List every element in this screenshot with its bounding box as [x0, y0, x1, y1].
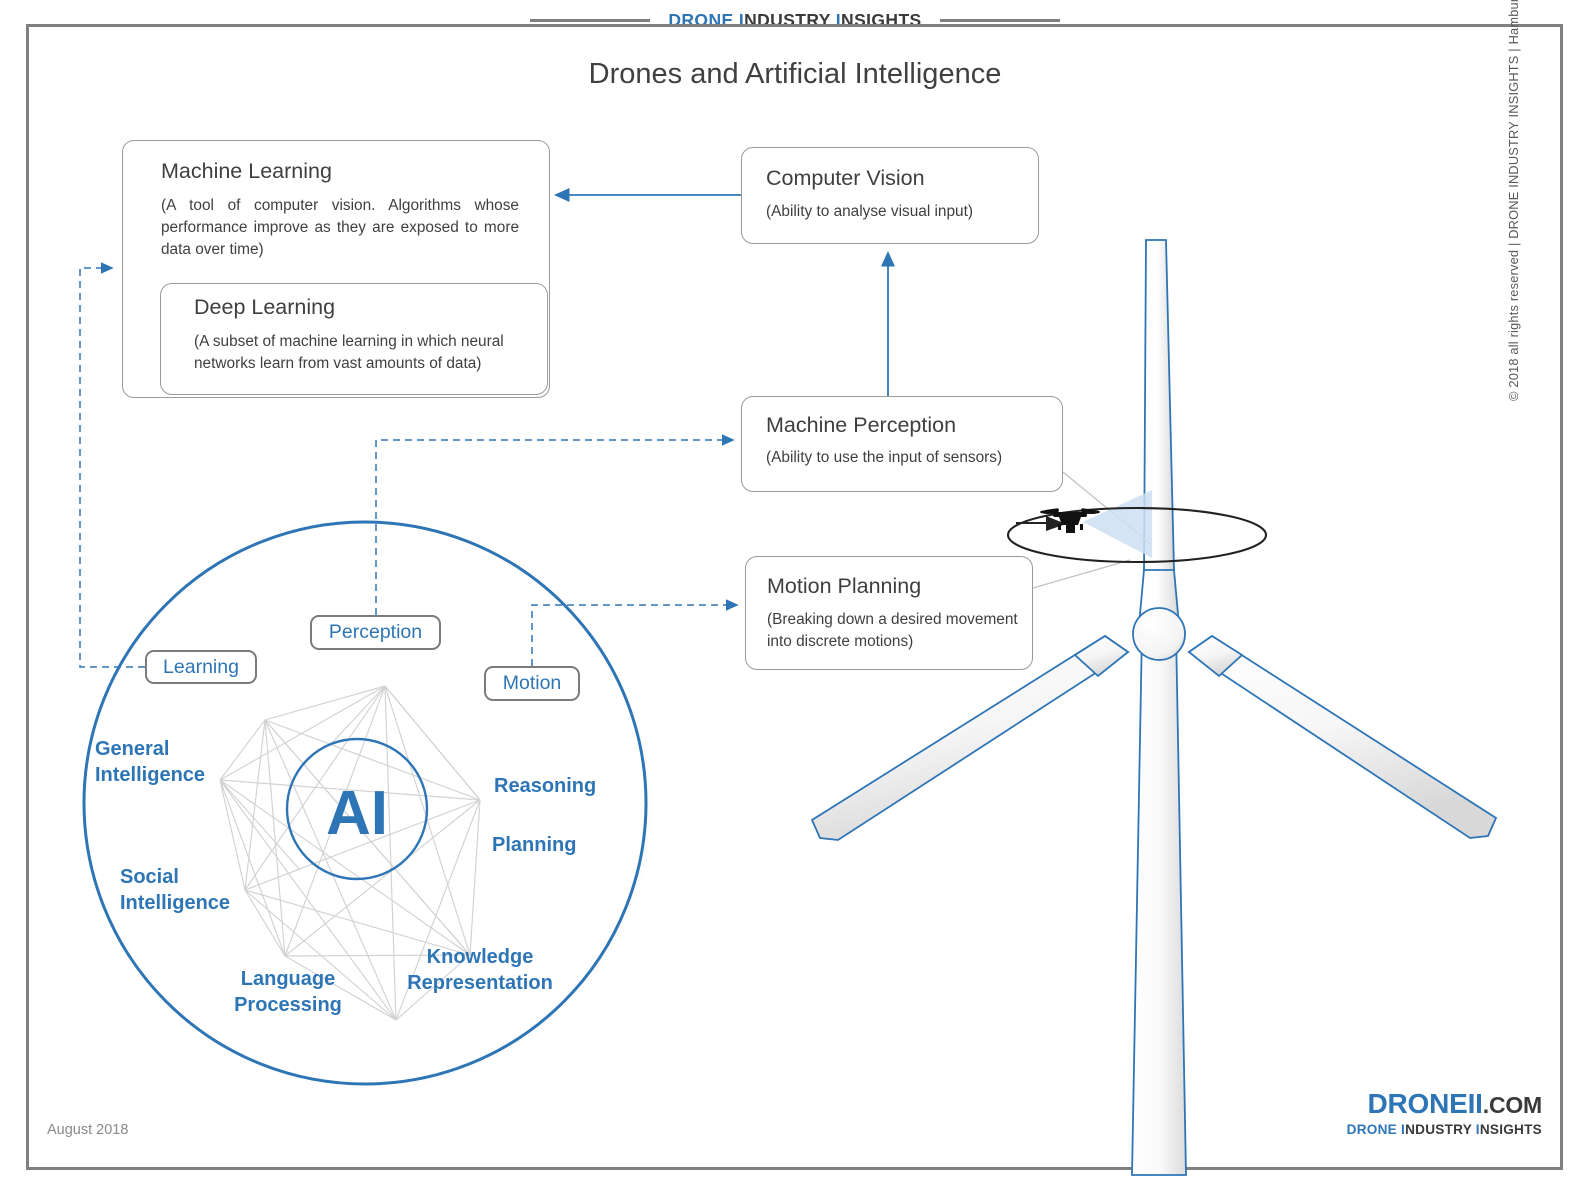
computer-vision-heading: Computer Vision [766, 166, 925, 190]
copyright-text: © 2018 all rights reserved | DRONE INDUS… [1506, 0, 1521, 401]
ai-label-social-line1: Social [120, 866, 179, 888]
box-deep-learning[interactable]: Deep Learning (A subset of machine learn… [160, 283, 548, 395]
ai-label-language-processing: Language Processing [208, 966, 368, 1019]
ai-label-social-intelligence: Social Intelligence [120, 864, 280, 917]
logo-dotcom: .COM [1482, 1092, 1542, 1118]
logo-tagline-ndustry: NDUSTRY [1405, 1122, 1476, 1137]
ai-label-knowledge-representation: Knowledge Representation [390, 944, 570, 997]
pill-learning[interactable]: Learning [145, 650, 257, 684]
publication-date: August 2018 [47, 1122, 129, 1138]
infographic-root: DRONE INDUSTRY INSIGHTS Drones and Artif… [0, 0, 1590, 1193]
motion-planning-heading: Motion Planning [767, 574, 922, 598]
ai-label-general-line2: Intelligence [95, 764, 206, 787]
box-motion-planning[interactable]: Motion Planning (Breaking down a desired… [745, 556, 1033, 670]
header-rule-left [530, 19, 651, 22]
logo-tagline: DRONE INDUSTRY INSIGHTS [1347, 1122, 1542, 1137]
box-computer-vision[interactable]: Computer Vision (Ability to analyse visu… [741, 147, 1039, 244]
page-title: Drones and Artificial Intelligence [588, 58, 1002, 90]
ai-label-language-line2: Processing [234, 994, 342, 1017]
logo-tagline-drone: DRONE [1346, 1122, 1397, 1137]
ai-label-knowledge-line2: Representation [407, 972, 553, 995]
logo-tagline-i1: I [1397, 1122, 1406, 1137]
ai-label-language-line1: Language [240, 968, 336, 990]
pill-motion[interactable]: Motion [484, 666, 580, 701]
deep-learning-body: (A subset of machine learning in which n… [194, 333, 504, 372]
machine-learning-body: (A tool of computer vision. Algorithms w… [161, 197, 519, 258]
logo-wordmark: DRONEII.COM [1347, 1090, 1542, 1118]
box-machine-perception[interactable]: Machine Perception (Ability to use the i… [741, 396, 1063, 492]
ai-label-reasoning: Reasoning [494, 775, 597, 797]
machine-perception-heading: Machine Perception [766, 413, 957, 437]
ai-label-general-line1: General [95, 738, 170, 760]
ai-label-knowledge-line1: Knowledge [426, 946, 534, 968]
ai-label-social-line2: Intelligence [120, 892, 231, 915]
motion-planning-body: (Breaking down a desired movement into d… [767, 611, 1018, 650]
pill-perception[interactable]: Perception [310, 615, 441, 650]
ai-label-planning: Planning [492, 834, 577, 856]
header-rule-right [939, 19, 1060, 22]
computer-vision-body: (Ability to analyse visual input) [766, 203, 974, 220]
machine-learning-heading: Machine Learning [161, 159, 332, 183]
machine-perception-body: (Ability to use the input of sensors) [766, 449, 1003, 466]
droneii-logo[interactable]: DRONEII.COM DRONE INDUSTRY INSIGHTS [1347, 1090, 1543, 1138]
ai-label-general-intelligence: General Intelligence [95, 736, 275, 789]
logo-tagline-nsights: NSIGHTS [1479, 1122, 1542, 1137]
logo-droneii: DRONEII [1367, 1088, 1483, 1119]
deep-learning-heading: Deep Learning [194, 295, 336, 319]
copyright-sidebar: © 2018 all rights reserved | DRONE INDUS… [1506, 0, 1521, 401]
